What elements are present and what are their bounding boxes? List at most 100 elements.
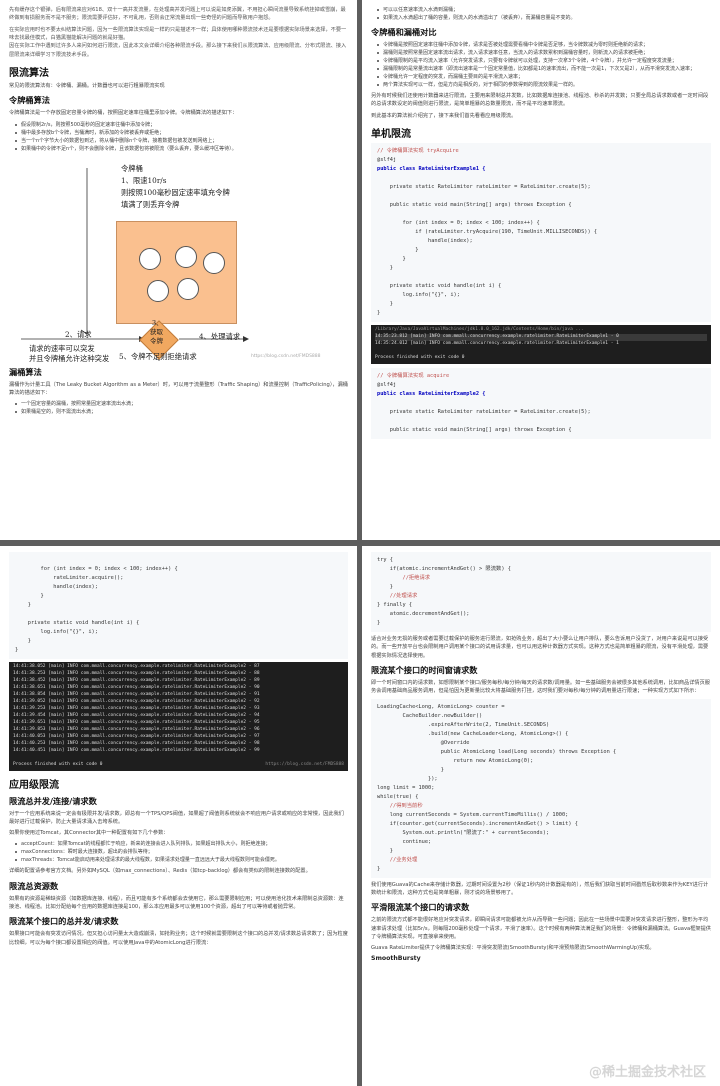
code-line: }); [377, 775, 438, 782]
token-bucket-figure: 令牌桶 1、限速10r/s 则按照100毫秒固定速率填充令牌 填满了则丢弃令牌 … [21, 156, 341, 363]
code-line: .build(new CacheLoader<Long, AtomicLong>… [377, 730, 569, 737]
code-line: //处理请求 [377, 593, 418, 599]
list-item: 如果桶中的令牌不足n个，则不会删除令牌，且该数据包将被限流（要么丢弃，要么缓冲区… [15, 145, 348, 153]
terminal-line: 14:41:39.454 [main] INFO com.mmall.concu… [13, 712, 260, 718]
terminal-watermark: https://blog.csdn.net/FMDS888 [265, 761, 344, 767]
code-line: // 令牌桶算法实现 acquire [377, 372, 450, 379]
code-line: .expireAfterWrite(2, TimeUnit.SECONDS) [377, 721, 550, 728]
code-line: //拒绝请求 [377, 575, 431, 581]
code-line: if(atomic.incrementAndGet() > 限流数) { [377, 566, 511, 572]
code-line: handle(index); [377, 237, 473, 244]
terminal-line: 14:41:40.253 [main] INFO com.mmall.concu… [13, 740, 260, 746]
code-line: public static void main(String[] args) t… [377, 426, 572, 433]
list-item: 漏桶限制的是常量流出速率（即流出速率是一个固定常量值，比如都是1的速率流出，而不… [377, 65, 711, 73]
code-line: } [377, 255, 406, 262]
leaky-list: 一个固定容量的漏桶，按照常量固定速率流出水滴； 如果桶是空的，则不需流出水滴； [15, 400, 348, 416]
list-item: 当一个n个字节大小的数据包到达，将从桶中删除n个令牌，接着数据包被发送到网络上； [15, 137, 348, 145]
step3-label-1: 获取 [150, 327, 163, 336]
code-block-4: try { if(atomic.incrementAndGet() > 限流数)… [371, 552, 711, 632]
code-line: for (int index = 0; index < 100; index++… [377, 219, 540, 226]
after-code-paragraph: 适合对业务无损的服务或者需要过载保护的服务进行限流，如抢购业务，超出了大小要么让… [371, 636, 709, 659]
page-2: 可以以任意速率流入水滴到漏桶； 如果流入水滴超出了桶的容量，则流入的水滴溢出了（… [362, 0, 720, 540]
smooth-paragraph-1: 之前的限流方式都不能很好地应对突发请求，即瞬间请求可能都被允许从而导致一些问题；… [371, 917, 711, 940]
code-line: LoadingCache<Long, AtomicLong> counter = [377, 703, 505, 710]
heading-leaky-bucket: 漏桶算法 [9, 366, 42, 377]
interface-paragraph: 如果接口可能会有突发访问情况，但又担心访问量太大造成崩溃，如抢购业务；这个时候就… [9, 931, 348, 946]
code-line: @Override [377, 739, 470, 746]
code-line: log.info("{}", i); [15, 629, 98, 635]
heading-rate-limit-algorithms: 限流算法 [9, 67, 49, 79]
code-line: rateLimiter.acquire(); [15, 575, 124, 581]
page-1: 先有缓存这个银弹，后有限流来应对618、双十一高并发流量，在处理高并发问题上可以… [0, 0, 357, 540]
code-line: try { [377, 557, 393, 563]
terminal-line: 14:41:39.253 [main] INFO com.mmall.concu… [13, 705, 260, 711]
code-line: atomic.decrementAndGet(); [377, 611, 470, 617]
site-watermark: @稀土掘金技术社区 [588, 1065, 706, 1080]
token-list: 假设限制2r/s，则按照500毫秒的固定速率往桶中添加令牌； 桶中最多存放b个令… [15, 121, 348, 153]
terminal-line: 14:41:38.253 [main] INFO com.mmall.concu… [13, 670, 260, 676]
list-item: 两个算法实现可以一样，但是方向是相反的，对于相同的参数得到的限流效果是一样的。 [377, 81, 711, 89]
list-item: 一个固定容量的漏桶，按照常量固定速率流出水滴； [15, 400, 348, 408]
list-item: 桶中最多存放b个令牌，当桶满时，新添加的令牌被丢弃或拒绝； [15, 129, 348, 137]
heading-app-level: 应用级限流 [9, 779, 59, 791]
code-line: } [377, 766, 444, 773]
code-line: // 令牌桶算法实现 tryAcquire [377, 147, 459, 154]
code-line: CacheBuilder.newBuilder() [377, 712, 483, 719]
terminal-line: 14:41:39.052 [main] INFO com.mmall.concu… [13, 698, 260, 704]
code-line: continue; [377, 838, 432, 845]
code-line: } [15, 602, 31, 608]
code-line: public static void main(String[] args) t… [377, 201, 572, 208]
intro-paragraph-1: 先有缓存这个银弹，后有限流来应对618、双十一高并发流量，在处理高并发问题上可以… [9, 7, 346, 22]
code-block-5: LoadingCache<Long, AtomicLong> counter =… [371, 698, 711, 878]
heading-smooth-bursty: SmoothBursty [371, 955, 421, 963]
terminal-line: 14:35:24.012 [main] INFO com.mmall.concu… [375, 340, 619, 346]
heading-smooth: 平滑限流某个接口的请求数 [371, 902, 470, 913]
resources-paragraph: 如果有的资源是稀缺资源（如数据库连接、线程），而且可能有多个系统都会去使用它，那… [9, 895, 344, 911]
code-line: private static void handle(int i) { [377, 282, 502, 289]
code-line: } finally { [377, 602, 413, 608]
list-item: 假设限制2r/s，则按照500毫秒的固定速率往桶中添加令牌； [15, 121, 348, 129]
code-line: private static RateLimiter rateLimiter =… [377, 183, 591, 190]
code-line: for (int index = 0; index < 100; index++… [15, 566, 178, 572]
code-line: } [377, 847, 393, 854]
time-window-paragraph: 即一个时间窗口内的请求数，如想限制某个接口/服务每秒/每分钟/每天的请求数/调用… [371, 679, 710, 695]
code-line: @slf4j [377, 156, 397, 163]
code-line: System.out.println("限流了:" + currentSecon… [377, 829, 550, 836]
compare-list: 令牌桶是按照固定速率往桶中添加令牌，请求是否被处理需要看桶中令牌是否足够，当令牌… [377, 41, 711, 89]
code-line: } [15, 647, 19, 653]
compare-paragraph-2: 到此基本的算法就介绍完了，接下来我们首先看看应用级限流。 [371, 112, 517, 119]
list-item: 可以以任意速率流入水滴到漏桶； [377, 6, 711, 14]
step3-num: 3、 [152, 318, 163, 327]
code-line: private static void handle(int i) { [15, 620, 140, 626]
code-line: log.info("{}", i); [377, 291, 460, 298]
heading-interface-concurrency: 限流某个接口的总并发/请求数 [9, 916, 119, 927]
list-item: maxThreads：Tomcat能启动用来处理请求的最大线程数，如果请求处理量… [15, 856, 348, 864]
leaky-intro: 漏桶作为计量工具（The Leaky Bucket Algorithm as a… [9, 381, 348, 396]
code-line: public class RateLimiterExample2 { [377, 390, 486, 397]
step3-label-2: 令牌 [150, 336, 163, 345]
terminal-line: 14:35:23.812 [main] INFO com.mmall.concu… [375, 333, 707, 341]
code-line: handle(index); [15, 584, 98, 590]
fig-step-2a: 请求的速率可以突发 [29, 343, 95, 353]
page-3: for (int index = 0; index < 100; index++… [0, 546, 357, 1086]
heading-time-window: 限流某个接口的时间窗请求数 [371, 664, 478, 675]
code-line: //得到当前秒 [377, 802, 423, 809]
heading-token-bucket: 令牌桶算法 [9, 95, 50, 106]
code-line: } [377, 620, 381, 626]
list-item: 令牌桶限制的是平均流入速率（允许突发请求，只要有令牌就可以处理，支持一次拿3个令… [377, 57, 711, 65]
code-line: while(true) { [377, 793, 419, 800]
heading-total-resources: 限流总资源数 [9, 880, 59, 891]
compare-paragraph-1: 另外有时候我们还使用计数器来进行限流，主要用来限制总并发数，比如数据库连接池、线… [371, 93, 709, 108]
code-line: //业务处理 [377, 856, 418, 863]
terminal-footer: Process finished with exit code 0 [375, 354, 465, 360]
code-block-2: // 令牌桶算法实现 acquire @slf4j public class Rat… [371, 367, 711, 439]
list-item: maxConnections：瞬时最大连接数，超出的会排队等待； [15, 848, 348, 856]
heading-total-concurrency: 限流总并发/连接/请求数 [9, 795, 97, 806]
code-line: } [377, 264, 393, 271]
terminal-header: /Library/Java/JavaVirtualMachines/jdk1.8… [375, 326, 584, 332]
